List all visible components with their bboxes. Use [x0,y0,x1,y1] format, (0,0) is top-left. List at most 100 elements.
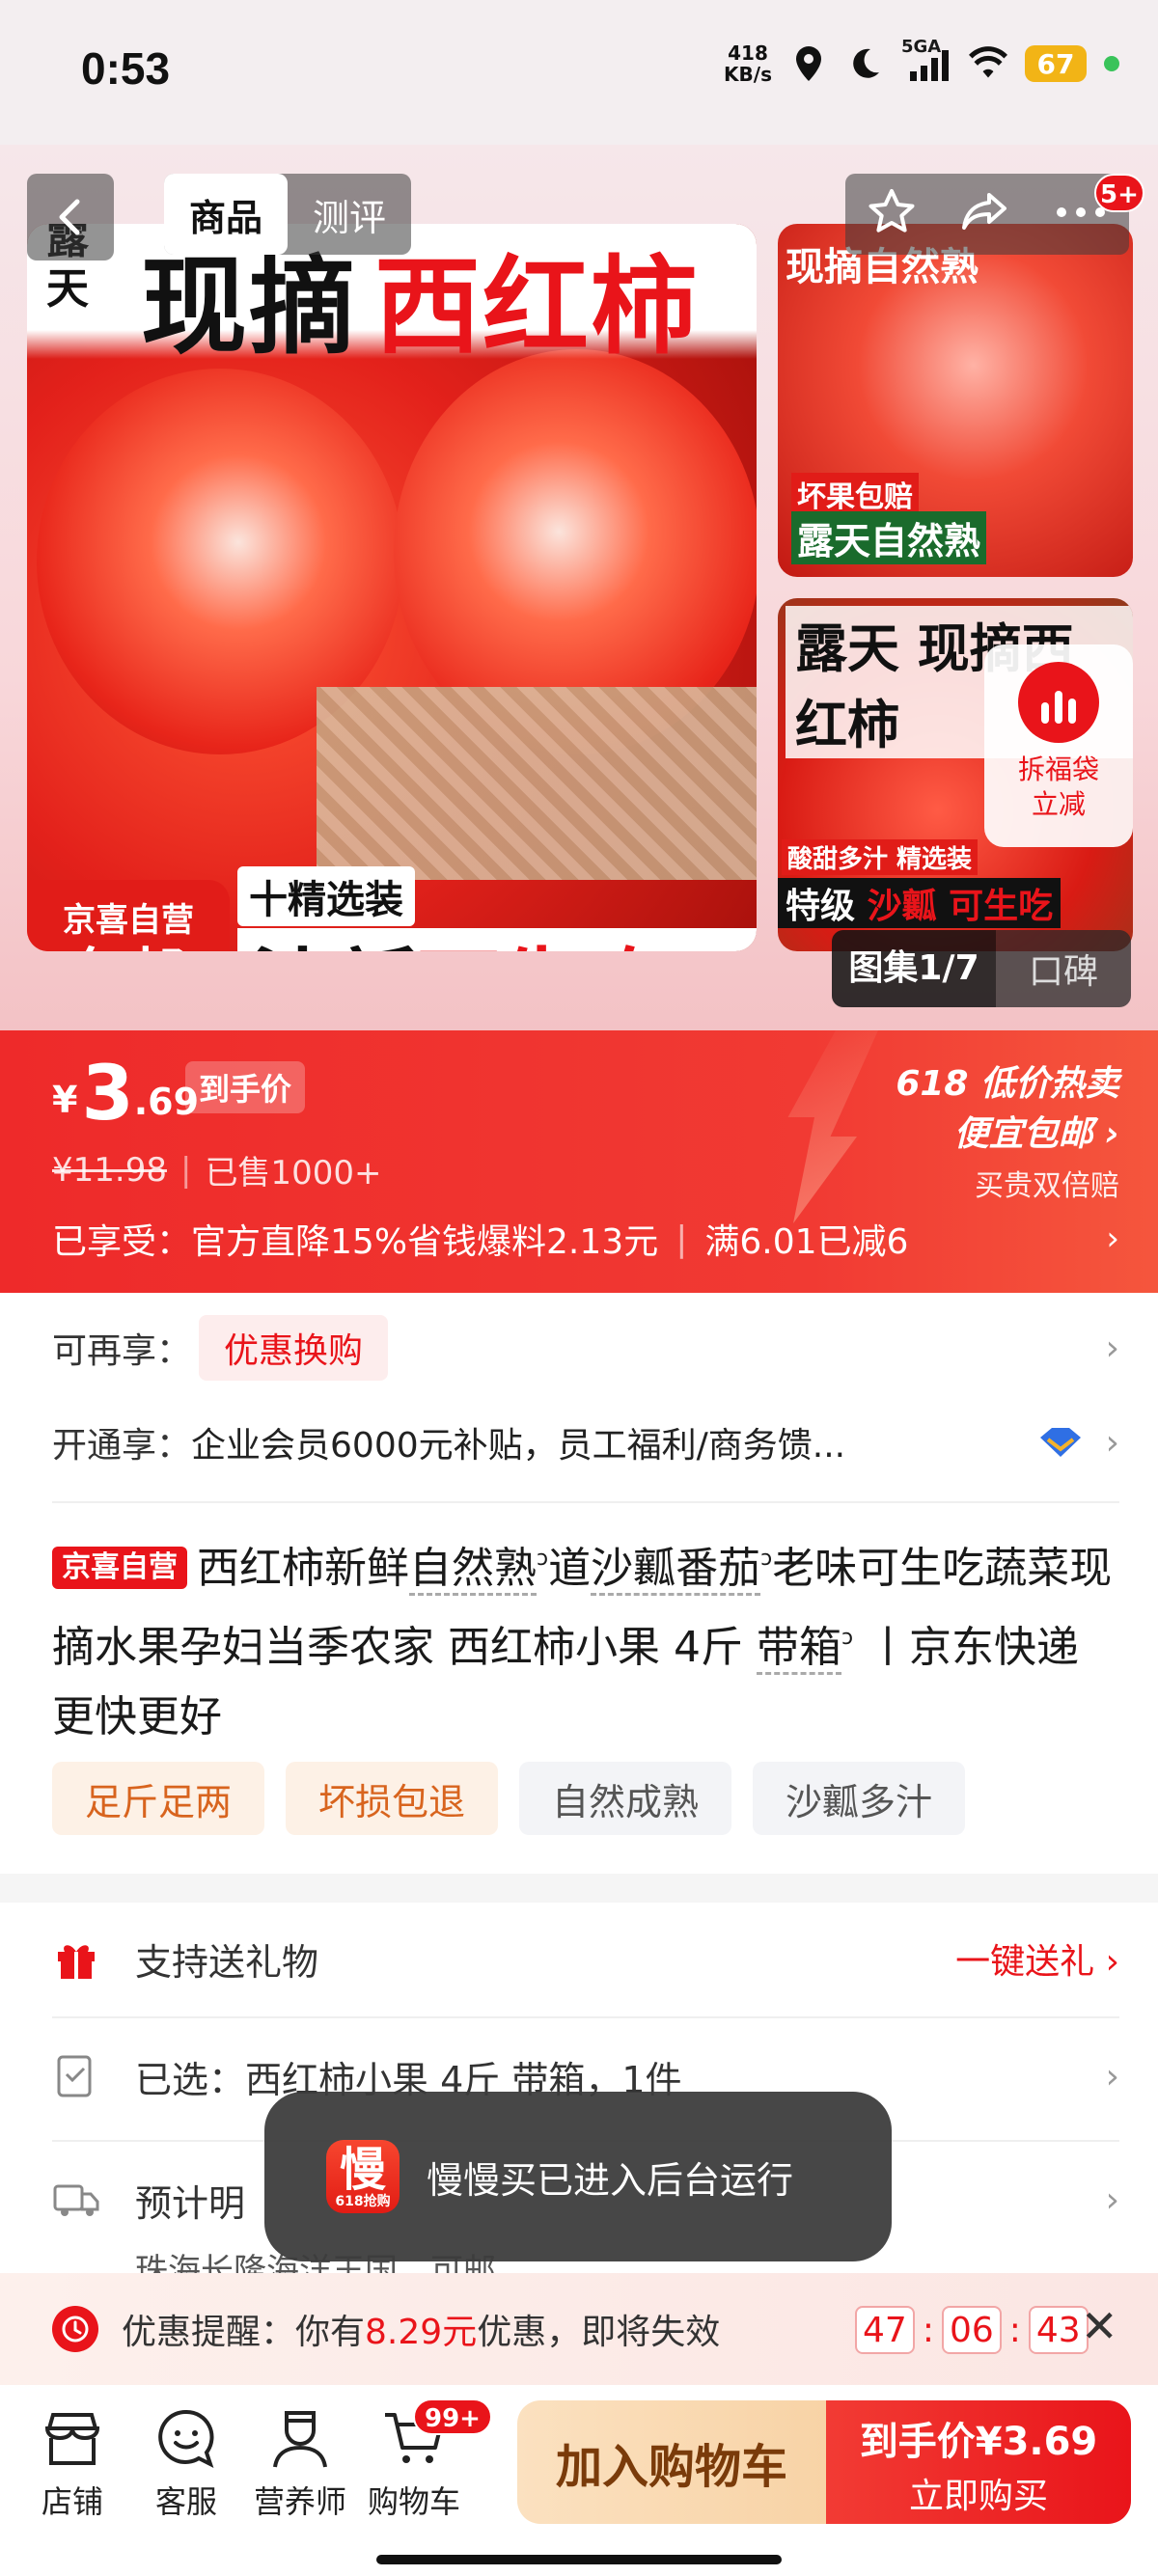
chevron-right-icon: › [1105,2056,1119,2096]
cart-count-badge: 99+ [413,2398,492,2435]
reminder-text1: 你有 [295,2313,366,2352]
search-icon: ↄ [841,1626,854,1650]
status-icons: 418 KB/s 5GA 67 [724,37,1119,86]
main-product-image[interactable]: 露天 现摘 西红柿 京喜自营 包邮 十精选装 沙瓤 可生吃 [27,224,757,951]
title-keyword-sandy[interactable]: 沙瓤番茄 [591,1544,761,1596]
price-banner: ¥ 3 .69 到手价 ¥11.98 | 已售1000+ 618 低价热卖 便宜… [0,1030,1158,1293]
timer-colon: : [1008,2310,1021,2350]
feature-tags: 足斤足两 坏损包退 自然成熟 沙瓤多汁 [52,1762,966,1835]
original-price-row: ¥11.98 | 已售1000+ [52,1146,381,1193]
trade-in-chip[interactable]: 优惠换购 [199,1315,389,1381]
self-operated-tag: 京喜自营 [52,1547,187,1589]
service-label: 客服 [154,2483,217,2520]
manmanmai-app-icon: 慢 618抢购 [326,2140,400,2213]
title-keyword-box[interactable]: 带箱 [756,1623,841,1675]
price-integer: 3 [81,1051,134,1137]
reminder-amount: 8.29元 [365,2313,478,2352]
lucky-bag-float-button[interactable]: 拆福袋 立减 [984,644,1133,847]
share-icon[interactable] [960,187,1010,241]
image-slogan: 沙瓤 可生吃 [237,928,757,951]
reviews-tab[interactable]: 口碑 [996,944,1131,994]
badge-line2: 包邮 [27,941,230,951]
slogan-black: 沙瓤 [251,919,417,952]
truck-icon [52,2176,100,2224]
gallery-switch[interactable]: 图集1/7 口碑 [832,930,1131,1007]
back-button[interactable] [27,174,114,260]
doctor-icon [266,2404,334,2472]
enjoy-discount-1: 官方直降15%省钱爆料2.13元 [191,1222,659,1262]
top-tabs: 商品 测评 [164,174,412,255]
current-price: ¥ 3 .69 [52,1055,199,1133]
top-actions [845,174,1129,255]
reminder-text2: 优惠，即将失效 [477,2313,721,2352]
add-to-cart-button[interactable]: 加入购物车 [517,2400,826,2524]
customer-service-button[interactable]: 客服 [133,2404,239,2522]
countdown-timer: 47 : 06 : 43 [855,2306,1089,2354]
select-tag: 十精选装 [237,866,415,926]
product-title: 京喜自营 西红柿新鲜自然熟ↄ道沙瓤番茄ↄ老味可生吃蔬菜现摘水果孕妇当季农家 西红柿… [52,1524,1114,1752]
timer-colon: : [922,2310,934,2350]
discount-detail-row[interactable]: 已享受： 官方直降15%省钱爆料2.13元 | 满6.01已减6 › [52,1214,1119,1264]
delivery-estimate: 预计明 [135,2181,246,2225]
separator: | [179,1150,192,1190]
chat-smile-icon [152,2404,220,2472]
search-icon: ↄ [537,1547,549,1571]
diamond-icon [1036,1426,1085,1459]
side2-footer: 特级 沙瓤 可生吃 [778,878,1062,928]
lucky-bag-line1: 拆福袋 [1017,754,1099,785]
product-gallery[interactable]: 露天 现摘 西红柿 京喜自营 包邮 十精选装 沙瓤 可生吃 现摘自然熟 坏果包赔… [0,145,1158,1032]
net-speed-unit: KB/s [724,63,772,86]
title-keyword-natural[interactable]: 自然熟 [409,1544,537,1596]
message-badge: 5+ [1094,174,1144,212]
side2-foot-black: 特级 [786,887,856,926]
side2-foot-label: 酸甜多汁 精选装 [782,839,979,875]
close-icon[interactable]: ✕ [1081,2300,1118,2352]
store-button[interactable]: 店铺 [19,2404,125,2522]
signal-label: 5GA [901,37,942,57]
checklist-icon [52,2052,100,2100]
chevron-right-icon: › [1105,1422,1119,1463]
extra-offer-label: 可再享： [52,1331,192,1371]
membership-label: 开通享： [52,1426,192,1466]
side1-tag1: 坏果包赔 [791,473,919,515]
chevron-left-icon [59,199,80,235]
headline-red: 西红柿 [374,245,699,369]
moon-icon [845,44,884,83]
promo-line1: 618 低价热卖 [896,1064,1119,1104]
chevron-right-icon: › [1105,1328,1119,1368]
buy-now-button[interactable]: 到手价¥3.69 立即购买 [826,2400,1131,2524]
lucky-bag-line2: 立减 [1031,788,1086,820]
battery-indicator: 67 [1025,45,1087,82]
background-running-toast: 慢 618抢购 慢慢买已进入后台运行 [264,2092,892,2261]
side-image-1[interactable]: 现摘自然熟 坏果包赔 露天自然熟 [778,224,1133,577]
price-currency: ¥ [52,1079,78,1121]
tab-review[interactable]: 测评 [288,174,411,255]
star-icon[interactable] [867,187,917,241]
feature-tag: 自然成熟 [519,1762,732,1835]
home-indicator[interactable] [376,2555,782,2564]
send-gift-link[interactable]: 一键送礼 › [955,1933,1119,1984]
badge-line1: 京喜自营 [63,901,194,940]
chevron-right-icon: › [1106,1219,1119,1258]
reminder-label: 优惠提醒： [122,2313,296,2352]
feature-tag: 沙瓤多汁 [753,1762,966,1835]
gallery-tab[interactable]: 图集1/7 [832,930,996,1007]
title-part1: 西红柿新鲜 [197,1544,409,1593]
enjoy-label: 已享受： [52,1222,192,1262]
toast-message: 慢慢买已进入后台运行 [427,2158,794,2202]
tab-product[interactable]: 商品 [164,174,289,255]
original-price: ¥11.98 [52,1150,167,1190]
sold-count: 已售1000+ [205,1154,382,1192]
nutritionist-button[interactable]: 营养师 [247,2404,353,2522]
membership-offer-row[interactable]: 开通享： 企业会员6000元补贴，员工福利/商务馈... › [52,1403,1119,1482]
promo-line2: 便宜包邮 › [953,1114,1119,1154]
gift-row[interactable]: 支持送礼物 一键送礼 › [52,1901,1119,2016]
promo-618[interactable]: 618 低价热卖 便宜包邮 › 买贵双倍赔 [896,1055,1119,1204]
cellular-signal-icon: 5GA [901,37,951,83]
store-icon [39,2404,106,2472]
extra-offer-row[interactable]: 可再享： 优惠换购 › [52,1308,1119,1387]
buy-price: 到手价¥3.69 [859,2420,1098,2464]
membership-text: 企业会员6000元补贴，员工福利/商务馈... [191,1426,846,1466]
chart-bars-icon [1018,662,1099,743]
privacy-dot [1104,56,1119,71]
